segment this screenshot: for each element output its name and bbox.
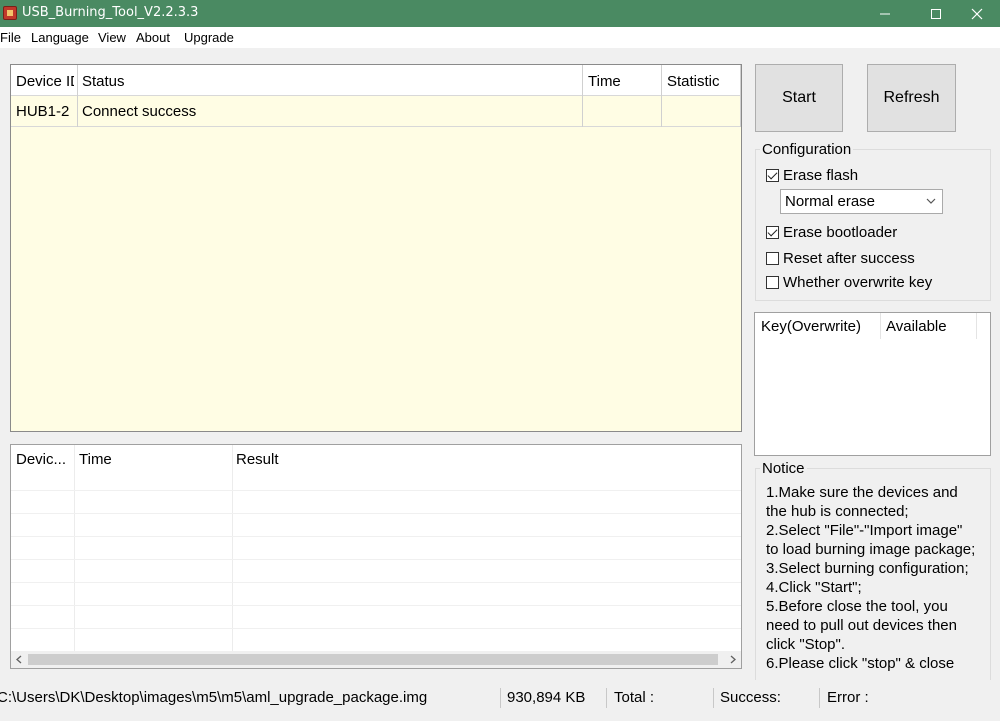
menu-upgrade[interactable]: Upgrade [184,30,234,45]
col-log-time[interactable]: Time [79,451,112,468]
divider [11,582,741,583]
chevron-down-icon [926,198,936,204]
success-count: Success: [720,689,781,706]
divider [500,688,501,708]
col-device[interactable]: Devic... [16,451,66,468]
device-table[interactable]: Device ID Status Time Statistic HUB1-2 C… [10,64,742,432]
reset-after-success-checkbox[interactable]: Reset after success [766,250,915,267]
notice-line: 3.Select burning configuration; [766,560,969,577]
scroll-right-icon [730,655,736,664]
status-cell: Connect success [82,103,197,120]
checkbox-box [766,276,779,289]
close-icon [971,8,983,19]
divider [582,65,583,127]
notice-line: 5.Before close the tool, you [766,598,948,615]
overwrite-key-label: Whether overwrite key [783,274,933,291]
error-count: Error : [827,689,869,706]
scroll-left-icon [16,655,22,664]
refresh-button[interactable]: Refresh [867,64,956,132]
minimize-button[interactable] [862,0,908,27]
divider [74,445,75,651]
checkbox-box [766,252,779,265]
notice-line: 6.Please click "stop" & close [766,655,955,672]
scrollbar-thumb[interactable] [28,654,718,665]
maximize-icon [931,8,941,19]
configuration-title: Configuration [760,141,854,158]
notice-line: the hub is connected; [766,503,909,520]
divider [11,628,741,629]
menu-about[interactable]: About [136,30,170,45]
erase-mode-value: Normal erase [785,193,876,210]
app-icon [3,6,17,20]
menu-language[interactable]: Language [31,30,89,45]
erase-bootloader-label: Erase bootloader [783,224,898,241]
col-time[interactable]: Time [588,73,621,90]
erase-flash-checkbox[interactable]: Erase flash [766,167,858,184]
overwrite-key-checkbox[interactable]: Whether overwrite key [766,274,932,291]
col-statistic[interactable]: Statistic [667,73,720,90]
device-table-header: Device ID Status Time Statistic [11,65,741,96]
horizontal-scrollbar[interactable] [11,651,741,668]
menu-view[interactable]: View [98,30,126,45]
menu-bar: File Language View About Upgrade [0,27,1000,48]
divider [606,688,607,708]
key-table[interactable]: Key(Overwrite) Available [754,312,991,456]
col-result[interactable]: Result [236,451,279,468]
erase-bootloader-checkbox[interactable]: Erase bootloader [766,224,897,241]
divider [77,65,78,127]
checkbox-box [766,226,779,239]
divider [232,445,233,651]
divider [740,65,741,127]
checkbox-box [766,169,779,182]
window-title: USB_Burning_Tool_V2.2.3.3 [22,5,199,20]
title-bar: USB_Burning_Tool_V2.2.3.3 [0,0,1000,27]
log-table[interactable]: Devic... Time Result [10,444,742,669]
device-id-cell: HUB1-2 [16,103,70,120]
start-button[interactable]: Start [755,64,843,132]
col-available[interactable]: Available [886,318,947,335]
notice-line: 1.Make sure the devices and [766,484,958,501]
reset-after-success-label: Reset after success [783,250,915,267]
col-key-overwrite[interactable]: Key(Overwrite) [761,318,861,335]
menu-file[interactable]: File [0,30,21,45]
divider [11,490,741,491]
divider [11,559,741,560]
col-device-id[interactable]: Device ID [16,73,74,90]
divider [11,605,741,606]
divider [880,313,881,339]
device-row[interactable]: HUB1-2 Connect success [11,96,741,127]
maximize-button[interactable] [913,0,959,27]
erase-mode-select[interactable]: Normal erase [780,189,943,214]
image-path: C:\Users\DK\Desktop\images\m5\m5\aml_upg… [0,689,428,706]
close-button[interactable] [954,0,1000,27]
notice-line: to load burning image package; [766,541,976,558]
col-status[interactable]: Status [82,73,125,90]
divider [819,688,820,708]
notice-title: Notice [760,460,807,477]
notice-line: need to pull out devices then [766,617,957,634]
total-count: Total : [614,689,655,706]
notice-line: 2.Select "File"-"Import image" [766,522,963,539]
divider [661,65,662,127]
image-size: 930,894 KB [507,689,586,706]
minimize-icon [880,13,890,14]
notice-line: 4.Click "Start"; [766,579,862,596]
notice-line: click "Stop". [766,636,846,653]
erase-flash-label: Erase flash [783,167,859,184]
divider [11,513,741,514]
notice-text: 1.Make sure the devices and the hub is c… [766,483,996,673]
divider [713,688,714,708]
status-bar: C:\Users\DK\Desktop\images\m5\m5\aml_upg… [0,686,1000,711]
divider [976,313,977,339]
divider [11,536,741,537]
